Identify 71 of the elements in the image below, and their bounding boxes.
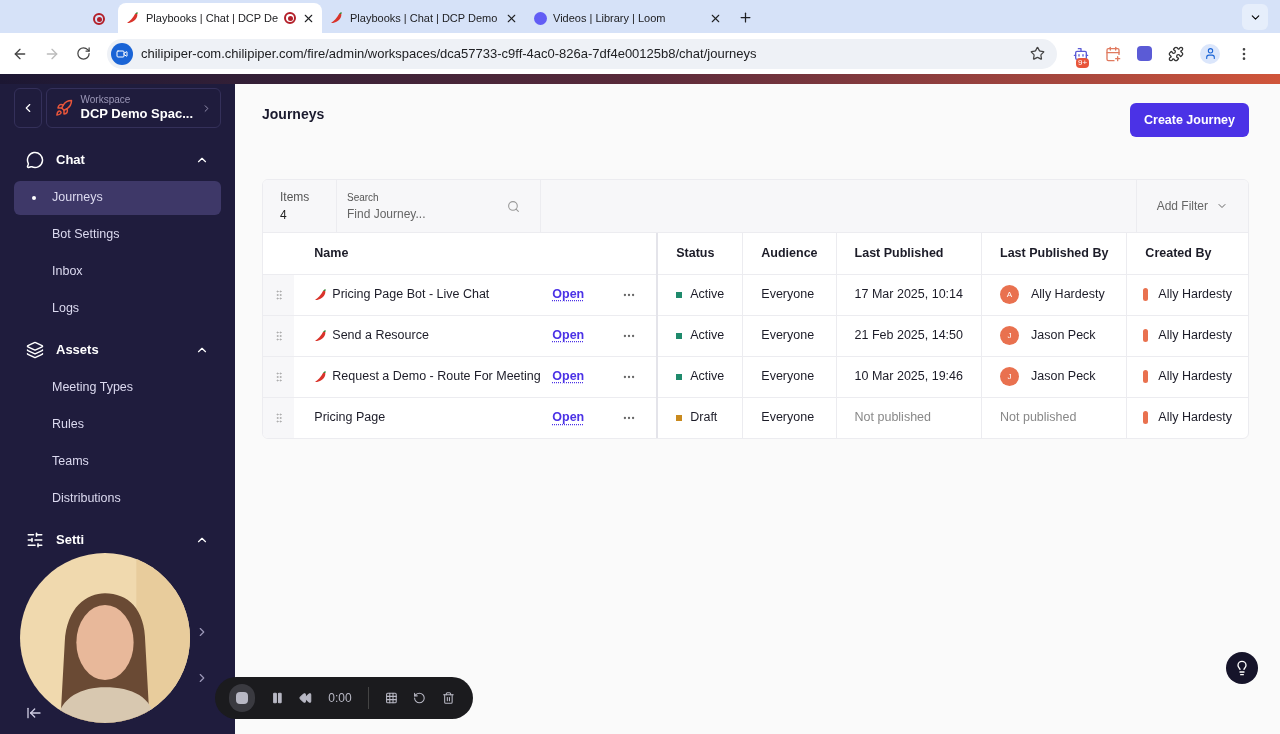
publisher-name: Ally Hardesty bbox=[1031, 286, 1105, 304]
status-text: Active bbox=[690, 368, 725, 386]
sidebar-item[interactable]: Logs bbox=[14, 291, 221, 326]
audience-cell: Everyone bbox=[742, 397, 837, 438]
workspace-name: DCP Demo Spac... bbox=[80, 106, 193, 123]
open-link[interactable]: Open bbox=[552, 285, 585, 304]
tab-title: Playbooks | Chat | DCP Demo bbox=[350, 10, 499, 26]
items-count: 4 bbox=[280, 207, 288, 224]
open-link[interactable]: Open bbox=[552, 326, 585, 345]
search-field[interactable]: Find Journey... bbox=[347, 204, 497, 223]
journey-name: Pricing Page Bot - Live Chat bbox=[332, 286, 491, 304]
create-journey-button[interactable]: Create Journey bbox=[1130, 103, 1249, 137]
publisher-name: Not published bbox=[1000, 410, 1077, 425]
column-header: Name bbox=[294, 233, 658, 274]
address-bar[interactable]: chilipiper-com.chilipiper.com/fire/admin/workspaces/dca57733-c9ff-4ac0-826a-7df4e00125b8/chat/journeys bbox=[107, 38, 1057, 69]
column-header: Status bbox=[657, 233, 743, 274]
journey-name: Request a Demo - Route For Meeting bbox=[332, 368, 542, 386]
sidebar-item[interactable]: Teams bbox=[14, 444, 221, 479]
last-published-cell: 10 Mar 2025, 19:46 bbox=[836, 356, 982, 397]
browser-tab[interactable]: Playbooks | Chat | DCP De bbox=[118, 3, 322, 33]
workspace-label: Workspace bbox=[80, 93, 132, 107]
publisher-name: Jason Peck bbox=[1031, 327, 1096, 345]
open-link[interactable]: Open bbox=[552, 367, 585, 386]
add-filter-dropdown[interactable]: Add Filter bbox=[1135, 180, 1248, 232]
section-title: Chat bbox=[56, 151, 86, 170]
section-title: Setti bbox=[56, 531, 86, 550]
search-label: Search bbox=[347, 190, 380, 205]
journey-name: Send a Resource bbox=[332, 327, 430, 345]
status-text: Active bbox=[690, 327, 725, 345]
column-header: Created By bbox=[1126, 233, 1248, 274]
creator-name: Ally Hardesty bbox=[1158, 327, 1232, 345]
sidebar-item[interactable]: Rules bbox=[14, 407, 221, 442]
last-published-cell: Not published bbox=[836, 397, 982, 438]
avatar: A bbox=[1000, 285, 1019, 304]
creator-name: Ally Hardesty bbox=[1158, 368, 1232, 386]
status-text: Draft bbox=[690, 409, 718, 427]
status-text: Active bbox=[690, 286, 725, 304]
browser-tab[interactable]: Playbooks | Chat | DCP Demo bbox=[322, 3, 526, 33]
sidebar-section-header[interactable]: Assets bbox=[14, 338, 221, 362]
workspace-switcher[interactable]: Workspace DCP Demo Spac... bbox=[45, 88, 221, 128]
sidebar-item[interactable]: Journeys bbox=[14, 180, 221, 215]
sidebar-item[interactable]: Inbox bbox=[14, 254, 221, 289]
section-title: Assets bbox=[56, 341, 100, 360]
sidebar-item[interactable]: Bot Settings bbox=[14, 217, 221, 252]
creator-name: Ally Hardesty bbox=[1158, 286, 1232, 304]
sidebar-section-header[interactable]: Setti bbox=[14, 528, 221, 552]
open-link[interactable]: Open bbox=[552, 408, 585, 428]
sidebar-section-header[interactable]: Chat bbox=[14, 148, 221, 172]
timer: 0:00 bbox=[328, 690, 352, 707]
audience-cell: Everyone bbox=[742, 356, 837, 397]
sidebar-item[interactable]: Distributions bbox=[14, 481, 221, 516]
url-text: chilipiper-com.chilipiper.com/fire/admin/workspaces/dca57733-c9ff-4ac0-826a-7df4e00125b8/chat/journeys bbox=[141, 44, 758, 63]
items-label: Items bbox=[280, 189, 311, 206]
audience-cell: Everyone bbox=[742, 274, 837, 315]
column-header: Last Published By bbox=[981, 233, 1127, 274]
creator-name: Ally Hardesty bbox=[1158, 409, 1232, 427]
page-title: Journeys bbox=[262, 105, 325, 124]
sidebar-item[interactable]: Meeting Types bbox=[14, 370, 221, 405]
last-published-cell: 21 Feb 2025, 14:50 bbox=[836, 315, 982, 356]
audience-cell: Everyone bbox=[742, 315, 837, 356]
avatar: J bbox=[1000, 326, 1019, 345]
tab-title: Playbooks | Chat | DCP De bbox=[146, 10, 279, 26]
tab-title: Videos | Library | Loom bbox=[553, 10, 667, 26]
last-published-cell: 17 Mar 2025, 10:14 bbox=[836, 274, 982, 315]
publisher-name: Jason Peck bbox=[1031, 368, 1096, 386]
avatar: J bbox=[1000, 367, 1019, 386]
column-header: Last Published bbox=[836, 233, 982, 274]
notification-badge: 9+ bbox=[1076, 57, 1090, 68]
browser-tab[interactable]: Videos | Library | Loom bbox=[526, 3, 730, 33]
journey-name: Pricing Page bbox=[314, 409, 387, 427]
column-header: Audience bbox=[742, 233, 837, 274]
